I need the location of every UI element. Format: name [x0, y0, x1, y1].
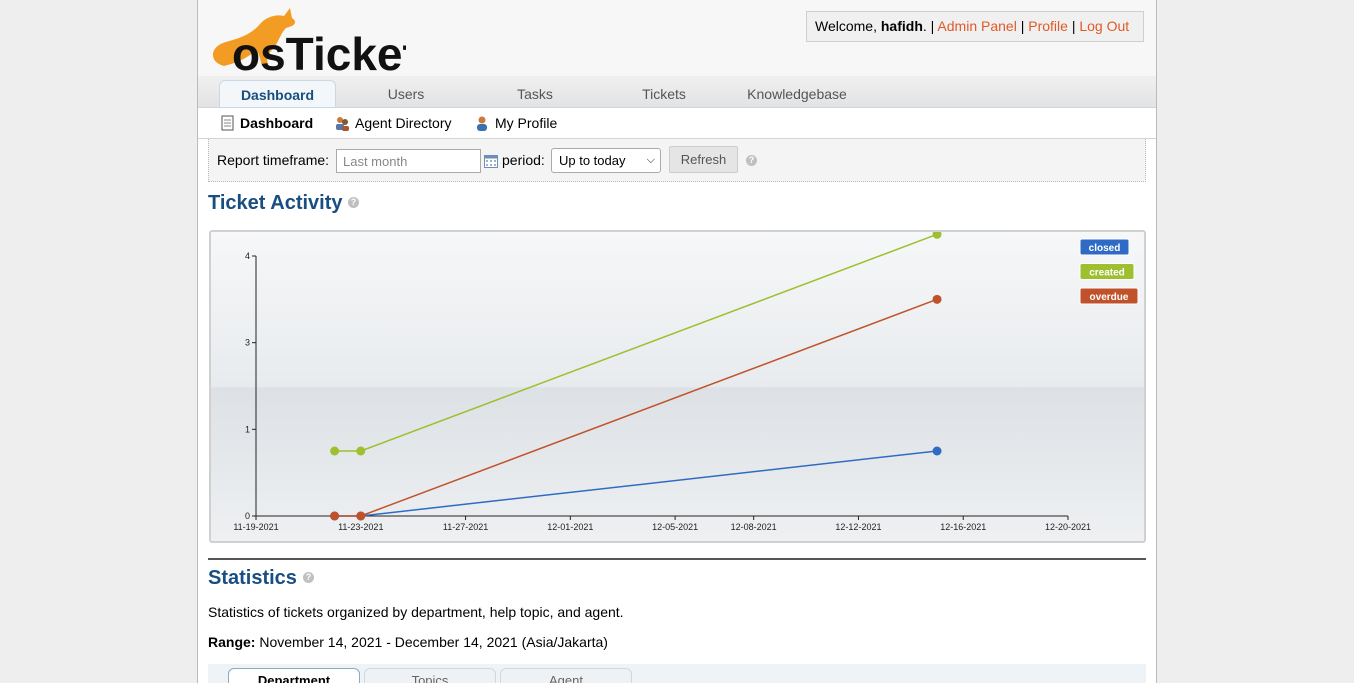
- period-label: period:: [502, 152, 545, 168]
- tab-dashboard[interactable]: Dashboard: [219, 80, 336, 107]
- data-point-created: [330, 446, 340, 456]
- data-point-overdue: [330, 511, 340, 521]
- period-value: Up to today: [559, 153, 626, 168]
- profile-link[interactable]: Profile: [1028, 18, 1068, 34]
- my-profile-icon: [477, 116, 487, 131]
- statistics-title: Statistics: [208, 567, 297, 589]
- legend-label-closed: closed: [1089, 243, 1121, 254]
- tab-knowledgebase[interactable]: Knowledgebase: [738, 80, 856, 107]
- welcome-suffix: . |: [922, 18, 935, 34]
- welcome-text: Welcome,: [815, 18, 881, 34]
- user-info-bar: Welcome, hafidh. | Admin Panel | Profile…: [806, 11, 1144, 42]
- x-tick-label: 12-12-2021: [835, 522, 881, 532]
- logout-link[interactable]: Log Out: [1079, 18, 1129, 34]
- series-line-created: [334, 233, 938, 452]
- calendar-icon[interactable]: [484, 155, 498, 168]
- osticket-logo[interactable]: osTicket: [206, 4, 406, 72]
- refresh-button[interactable]: Refresh: [669, 146, 738, 173]
- help-icon[interactable]: ?: [348, 197, 359, 208]
- data-point-overdue: [932, 294, 942, 304]
- page-container: osTicket Welcome, hafidh. | Admin Panel …: [197, 0, 1157, 683]
- data-point-created: [932, 232, 942, 239]
- range-value: November 14, 2021 - December 14, 2021 (A…: [255, 634, 608, 650]
- data-point-created: [356, 446, 366, 456]
- ticket-activity-title: Ticket Activity: [208, 192, 343, 214]
- chart-svg: 0 1 3 4 11-19-2021 11-23-2021 11-27-2021 12-01-…: [233, 232, 1139, 532]
- y-tick-label: 1: [245, 424, 250, 434]
- report-filter-bar: Report timeframe: period: Up to today ⌵ …: [208, 139, 1146, 182]
- dashboard-icon: [221, 115, 234, 131]
- chevron-down-icon: ⌵: [646, 154, 655, 166]
- tab-department[interactable]: Department: [228, 668, 360, 683]
- subnav-my-profile[interactable]: My Profile: [495, 108, 557, 138]
- period-select[interactable]: Up to today ⌵: [551, 148, 661, 173]
- x-tick-label: 12-01-2021: [547, 522, 593, 532]
- timeframe-input[interactable]: [336, 149, 481, 173]
- divider: [208, 558, 1146, 560]
- x-tick-label: 11-23-2021: [338, 522, 383, 532]
- separator: |: [1020, 18, 1025, 34]
- timeframe-label: Report timeframe:: [217, 152, 330, 168]
- subnav-agent-directory[interactable]: Agent Directory: [355, 108, 451, 138]
- series-line-closed: [334, 450, 938, 517]
- statistics-tabs: Department Topics Agent: [208, 664, 1146, 683]
- x-tick-label: 11-19-2021: [233, 522, 278, 532]
- x-tick-label: 12-20-2021: [1045, 522, 1091, 532]
- agent-directory-icon: [336, 117, 349, 131]
- tab-agent[interactable]: Agent: [500, 668, 632, 683]
- logo-text: osTicket: [232, 28, 406, 72]
- x-tick-label: 11-27-2021: [443, 522, 488, 532]
- admin-panel-link[interactable]: Admin Panel: [937, 18, 1016, 34]
- username: hafidh: [880, 18, 923, 34]
- separator: |: [1071, 18, 1076, 34]
- x-tick-label: 12-16-2021: [940, 522, 986, 532]
- x-tick-label: 12-05-2021: [652, 522, 698, 532]
- x-tick-label: 12-08-2021: [731, 522, 777, 532]
- y-tick-label: 3: [245, 338, 250, 348]
- tab-tasks[interactable]: Tasks: [496, 80, 574, 107]
- tab-users[interactable]: Users: [366, 80, 446, 107]
- statistics-range: Range: November 14, 2021 - December 14, …: [208, 634, 608, 650]
- tab-topics[interactable]: Topics: [364, 668, 496, 683]
- legend-label-overdue: overdue: [1090, 292, 1129, 303]
- help-icon[interactable]: ?: [746, 155, 757, 166]
- main-nav: Dashboard Users Tasks Tickets Knowledgeb…: [198, 76, 1156, 108]
- y-tick-label: 4: [245, 251, 250, 261]
- statistics-description: Statistics of tickets organized by depar…: [208, 604, 624, 620]
- subnav-dashboard[interactable]: Dashboard: [240, 108, 313, 138]
- ticket-activity-chart: 0 1 3 4 11-19-2021 11-23-2021 11-27-2021 12-01-…: [209, 230, 1146, 543]
- series-line-overdue: [334, 298, 938, 517]
- header: osTicket Welcome, hafidh. | Admin Panel …: [198, 0, 1156, 76]
- help-icon[interactable]: ?: [303, 572, 314, 583]
- y-tick-label: 0: [245, 511, 250, 521]
- data-point-overdue: [356, 511, 366, 521]
- sub-nav: Dashboard Agent Directory My Profile: [198, 108, 1156, 139]
- data-point-closed: [932, 446, 942, 456]
- tab-tickets[interactable]: Tickets: [624, 80, 704, 107]
- legend-label-created: created: [1089, 268, 1125, 279]
- range-label: Range:: [208, 634, 256, 650]
